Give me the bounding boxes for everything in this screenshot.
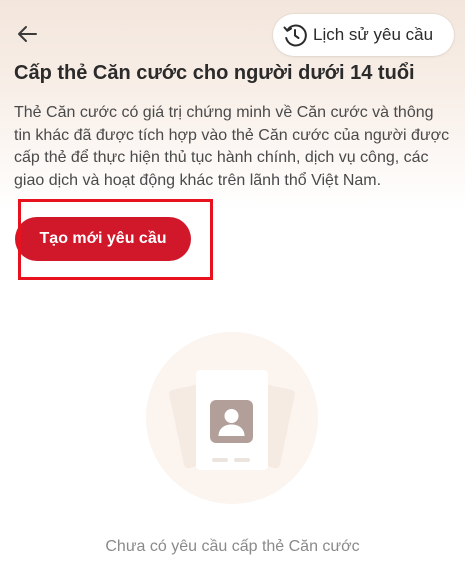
- id-card-icon: [210, 400, 253, 443]
- create-request-button[interactable]: Tạo mới yêu cầu: [15, 217, 191, 261]
- page-title: Cấp thẻ Căn cước cho người dưới 14 tuổi: [14, 62, 415, 84]
- clock-history-icon: [282, 22, 308, 48]
- back-button[interactable]: [12, 22, 42, 50]
- history-button[interactable]: Lịch sử yêu cầu: [273, 14, 454, 56]
- empty-state-illustration: [146, 332, 318, 504]
- history-label: Lịch sử yêu cầu: [313, 25, 434, 44]
- arrow-left-icon: [16, 25, 38, 48]
- empty-state-message: Chưa có yêu cầu cấp thẻ Căn cước: [105, 538, 360, 555]
- description-text: Thẻ Căn cước có giá trị chứng minh về Că…: [14, 104, 450, 189]
